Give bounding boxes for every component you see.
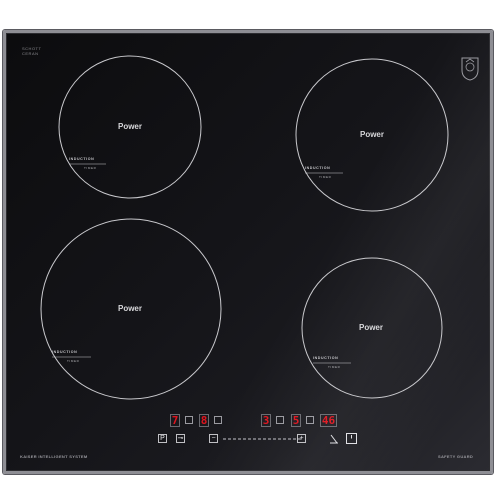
- zone-induction-label: INDUCTION: [52, 350, 78, 354]
- clock-icon[interactable]: [329, 434, 339, 444]
- zone4-select-button[interactable]: [306, 416, 314, 424]
- power-icon[interactable]: [346, 433, 357, 444]
- minus-button[interactable]: −: [209, 434, 218, 443]
- zone-timer-label: TIMER: [319, 175, 332, 179]
- zone-timer-label: TIMER: [84, 166, 97, 170]
- plus-button[interactable]: +: [297, 434, 306, 443]
- zone1-select-button[interactable]: [185, 416, 193, 424]
- zone-timer-label: TIMER: [328, 365, 341, 369]
- footer-safety-label: SAFETY GUARD: [438, 454, 474, 459]
- pause-button[interactable]: P: [158, 434, 167, 443]
- zone3-level-display[interactable]: 3: [261, 414, 271, 427]
- zone4-level-display[interactable]: 5: [291, 414, 301, 427]
- zone-power-label-top-right: Power: [359, 130, 384, 139]
- zone2-level-display[interactable]: 8: [199, 414, 209, 427]
- timer-display[interactable]: 46: [320, 414, 337, 427]
- zone-induction-label: INDUCTION: [69, 157, 95, 161]
- zone2-select-button[interactable]: [214, 416, 222, 424]
- child-lock-button[interactable]: ⊸: [176, 434, 185, 443]
- cooktop-glass-panel: SCHOTT CERAN Power Power Power Power IND…: [3, 30, 493, 474]
- zone1-level-display[interactable]: 7: [170, 414, 180, 427]
- zone-timer-label: TIMER: [67, 359, 80, 363]
- zone-induction-label: INDUCTION: [305, 166, 331, 170]
- zone-power-label-bottom-left: Power: [117, 304, 142, 313]
- power-slider[interactable]: [223, 438, 301, 440]
- zone-power-label-top-left: Power: [117, 122, 142, 131]
- footer-system-label: KAISER INTELLIGENT SYSTEM: [20, 454, 88, 459]
- cooking-zones-layer: [40, 55, 449, 400]
- zone-power-label-bottom-right: Power: [358, 323, 383, 332]
- zone-induction-label: INDUCTION: [313, 356, 339, 360]
- zone3-select-button[interactable]: [276, 416, 284, 424]
